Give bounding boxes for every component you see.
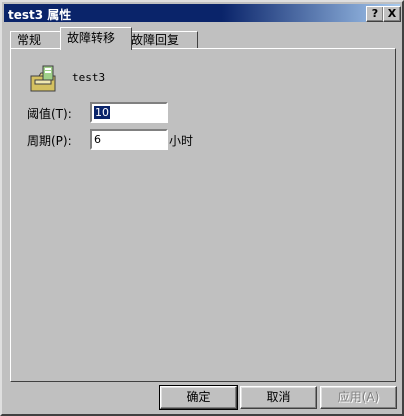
period-unit: 小时 [169, 134, 194, 148]
cancel-button-label: 取消 [266, 390, 291, 404]
window-title: test3 属性 [8, 8, 72, 22]
period-input[interactable]: 6 [90, 129, 168, 150]
threshold-label: 阈值(T): [27, 107, 72, 121]
cancel-button[interactable]: 取消 [240, 386, 317, 409]
tab-failover[interactable]: 故障转移 [60, 27, 132, 50]
help-icon: ? [371, 7, 379, 20]
tab-general[interactable]: 常规 [10, 31, 62, 49]
tab-failback[interactable]: 故障回复 [124, 31, 198, 49]
properties-dialog: test3 属性 ? X 常规 故障转移 故障回复 test3 阈值(T): 1… [0, 0, 404, 416]
resource-name: test3 [72, 71, 106, 84]
threshold-value: 10 [94, 106, 110, 119]
title-bar: test3 属性 ? X [4, 4, 401, 22]
apply-button[interactable]: 应用(A) [320, 386, 397, 409]
help-button[interactable]: ? [366, 6, 384, 22]
period-value: 6 [94, 133, 101, 146]
tab-strip: 常规 故障转移 故障回复 [10, 27, 396, 50]
close-icon: X [387, 7, 397, 20]
ok-button[interactable]: 确定 [159, 385, 238, 410]
threshold-input[interactable]: 10 [90, 102, 168, 123]
period-label: 周期(P): [27, 134, 72, 148]
apply-button-label: 应用(A) [337, 390, 380, 404]
ok-button-label: 确定 [186, 390, 211, 404]
cluster-group-folder-icon [30, 65, 56, 92]
tab-general-label: 常规 [17, 33, 42, 47]
tab-failback-label: 故障回复 [131, 33, 180, 47]
tab-failover-label: 故障转移 [67, 31, 116, 45]
close-button[interactable]: X [383, 6, 401, 22]
failover-panel: test3 阈值(T): 10 周期(P): 6 小时 [10, 48, 396, 382]
